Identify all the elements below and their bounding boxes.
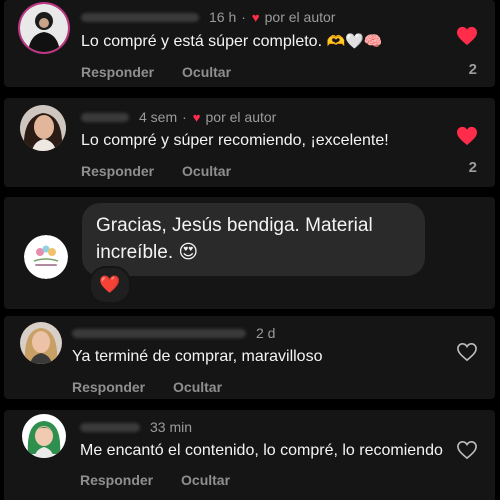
comment-time: 4 sem: [139, 109, 178, 125]
blurred-username: [72, 328, 246, 338]
comment-meta: 2 d: [72, 325, 275, 341]
heart-filled-icon: [457, 26, 477, 46]
profile-photo-icon: [20, 4, 68, 52]
comment-actions: Responder Ocultar: [81, 163, 231, 179]
author-liked-label: por el autor: [264, 9, 336, 25]
comment-actions: Responder Ocultar: [81, 64, 231, 80]
comment-time: 33 min: [150, 419, 193, 435]
like-button[interactable]: [455, 342, 479, 367]
like-count: 2: [468, 159, 477, 176]
comment-text: Lo compré y está súper completo. 🫶🤍🧠: [81, 32, 383, 51]
comment-text: Ya terminé de comprar, maravilloso: [72, 348, 323, 365]
comment-card: 4 sem · ♥ por el autor Lo compré y súper…: [4, 98, 495, 187]
comment-emojis: 🫶🤍🧠: [326, 33, 383, 50]
hide-button[interactable]: Ocultar: [182, 163, 231, 179]
heart-outline-icon: [457, 440, 477, 460]
blurred-username: [81, 112, 129, 122]
blurred-username: [80, 422, 140, 432]
comment-card: 33 min Me encantó el contenido, lo compr…: [4, 410, 495, 500]
heart-outline-icon: [457, 342, 477, 362]
reply-button[interactable]: Responder: [80, 472, 153, 488]
heart-eyes-emoji: 😍: [178, 242, 199, 263]
like-button[interactable]: [455, 126, 479, 151]
author-heart-icon: ♥: [192, 109, 201, 125]
hide-button[interactable]: Ocultar: [182, 64, 231, 80]
dot-separator: ·: [241, 9, 246, 25]
comment-text-body: Lo compré y está súper completo.: [81, 33, 323, 50]
avatar[interactable]: [20, 4, 68, 52]
reply-message-bubble[interactable]: Gracias, Jesús bendiga. Material increíb…: [82, 203, 425, 276]
reply-button[interactable]: Responder: [81, 163, 154, 179]
like-button[interactable]: [455, 440, 479, 465]
avatar[interactable]: [22, 414, 66, 458]
avatar[interactable]: [20, 322, 62, 364]
comment-meta: 33 min: [80, 419, 192, 435]
comment-meta: 4 sem · ♥ por el autor: [81, 109, 276, 125]
reply-button[interactable]: Responder: [81, 64, 154, 80]
reply-message-text: Gracias, Jesús bendiga. Material increíb…: [96, 215, 373, 263]
like-count: 2: [468, 61, 477, 78]
avatar-illustration-icon: [22, 414, 66, 458]
comment-actions: Responder Ocultar: [80, 472, 230, 488]
comment-card: 16 h · ♥ por el autor Lo compré y está s…: [4, 0, 495, 87]
reply-button[interactable]: Responder: [72, 379, 145, 395]
avatar[interactable]: [20, 105, 66, 151]
comment-text: Me encantó el contenido, lo compré, lo r…: [80, 442, 443, 459]
brand-logo-icon: [24, 235, 68, 279]
comment-meta: 16 h · ♥ por el autor: [81, 9, 335, 25]
avatar[interactable]: [24, 235, 68, 279]
comment-time: 16 h: [209, 9, 237, 25]
comment-actions: Responder Ocultar: [72, 379, 222, 395]
reaction-heart-icon[interactable]: ❤️: [89, 266, 131, 304]
hide-button[interactable]: Ocultar: [173, 379, 222, 395]
dot-separator: ·: [182, 109, 187, 125]
comment-text: Lo compré y súper recomiendo, ¡excelente…: [81, 132, 389, 149]
profile-photo-icon: [20, 105, 66, 151]
like-button[interactable]: [455, 26, 479, 51]
hide-button[interactable]: Ocultar: [181, 472, 230, 488]
author-liked-label: por el autor: [205, 109, 277, 125]
blurred-username: [81, 12, 199, 22]
comment-time: 2 d: [256, 325, 276, 341]
profile-photo-icon: [20, 322, 62, 364]
comment-card: 2 d Ya terminé de comprar, maravilloso R…: [4, 316, 495, 399]
heart-filled-icon: [457, 126, 477, 146]
author-heart-icon: ♥: [251, 9, 260, 25]
